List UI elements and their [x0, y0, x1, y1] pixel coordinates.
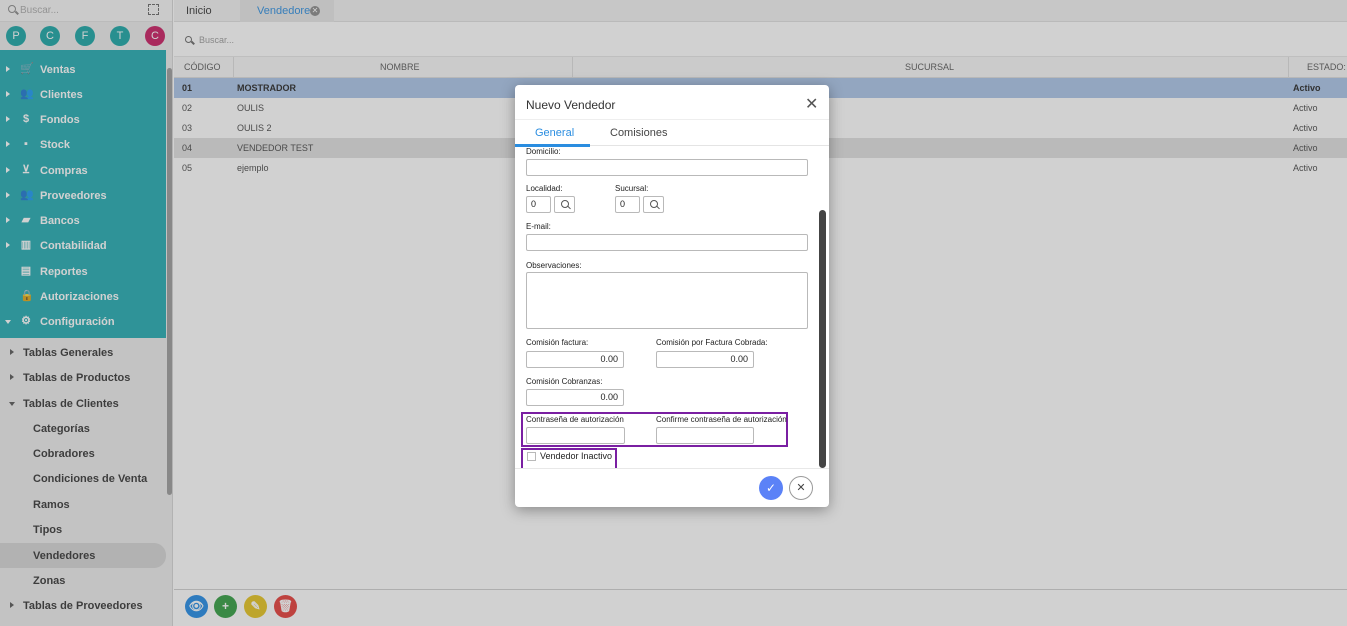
comision-cobrada-field[interactable]: 0.00 — [656, 351, 754, 368]
tab-general[interactable]: General — [535, 127, 574, 139]
domicilio-label: Domicilio: — [526, 147, 561, 156]
tab-comisiones[interactable]: Comisiones — [610, 127, 667, 139]
password-field[interactable] — [526, 427, 625, 444]
cancel-button[interactable]: ✕ — [789, 476, 813, 500]
dialog-body: Domicilio: Localidad: 0 Sucursal: 0 E-ma… — [515, 146, 829, 468]
comision-cobranzas-label: Comisión Cobranzas: — [526, 377, 603, 386]
comision-cobrada-label: Comisión por Factura Cobrada: — [656, 338, 768, 347]
close-icon: ✕ — [796, 482, 806, 494]
localidad-label: Localidad: — [526, 184, 563, 193]
observaciones-textarea[interactable] — [526, 272, 808, 329]
email-label: E-mail: — [526, 222, 551, 231]
sucursal-field[interactable]: 0 — [615, 196, 640, 213]
comision-cobranzas-field[interactable]: 0.00 — [526, 389, 624, 406]
sucursal-search-button[interactable] — [643, 196, 664, 213]
comision-factura-field[interactable]: 0.00 — [526, 351, 624, 368]
email-field[interactable] — [526, 234, 808, 251]
confirm-password-label: Confirme contraseña de autorización — [656, 415, 787, 424]
dialog-tabs: General Comisiones — [515, 119, 829, 147]
vendedor-inactivo-label: Vendedor Inactivo — [540, 451, 613, 461]
confirm-button[interactable]: ✓ — [759, 476, 783, 500]
password-label: Contraseña de autorización — [526, 415, 624, 424]
dialog-scrollbar[interactable] — [819, 210, 826, 468]
domicilio-field[interactable] — [526, 159, 808, 176]
check-icon: ✓ — [765, 481, 777, 495]
comision-factura-label: Comisión factura: — [526, 338, 589, 347]
observaciones-label: Observaciones: — [526, 261, 582, 270]
confirm-password-field[interactable] — [656, 427, 754, 444]
dialog-footer-divider — [515, 468, 829, 469]
dialog-title: Nuevo Vendedor — [526, 98, 616, 112]
localidad-field[interactable]: 0 — [526, 196, 551, 213]
localidad-search-button[interactable] — [554, 196, 575, 213]
vendedor-inactivo-checkbox[interactable] — [527, 452, 536, 461]
nuevo-vendedor-dialog: Nuevo Vendedor ✕ General Comisiones Domi… — [515, 85, 829, 507]
sucursal-label: Sucursal: — [615, 184, 649, 193]
close-icon[interactable]: ✕ — [805, 94, 818, 114]
